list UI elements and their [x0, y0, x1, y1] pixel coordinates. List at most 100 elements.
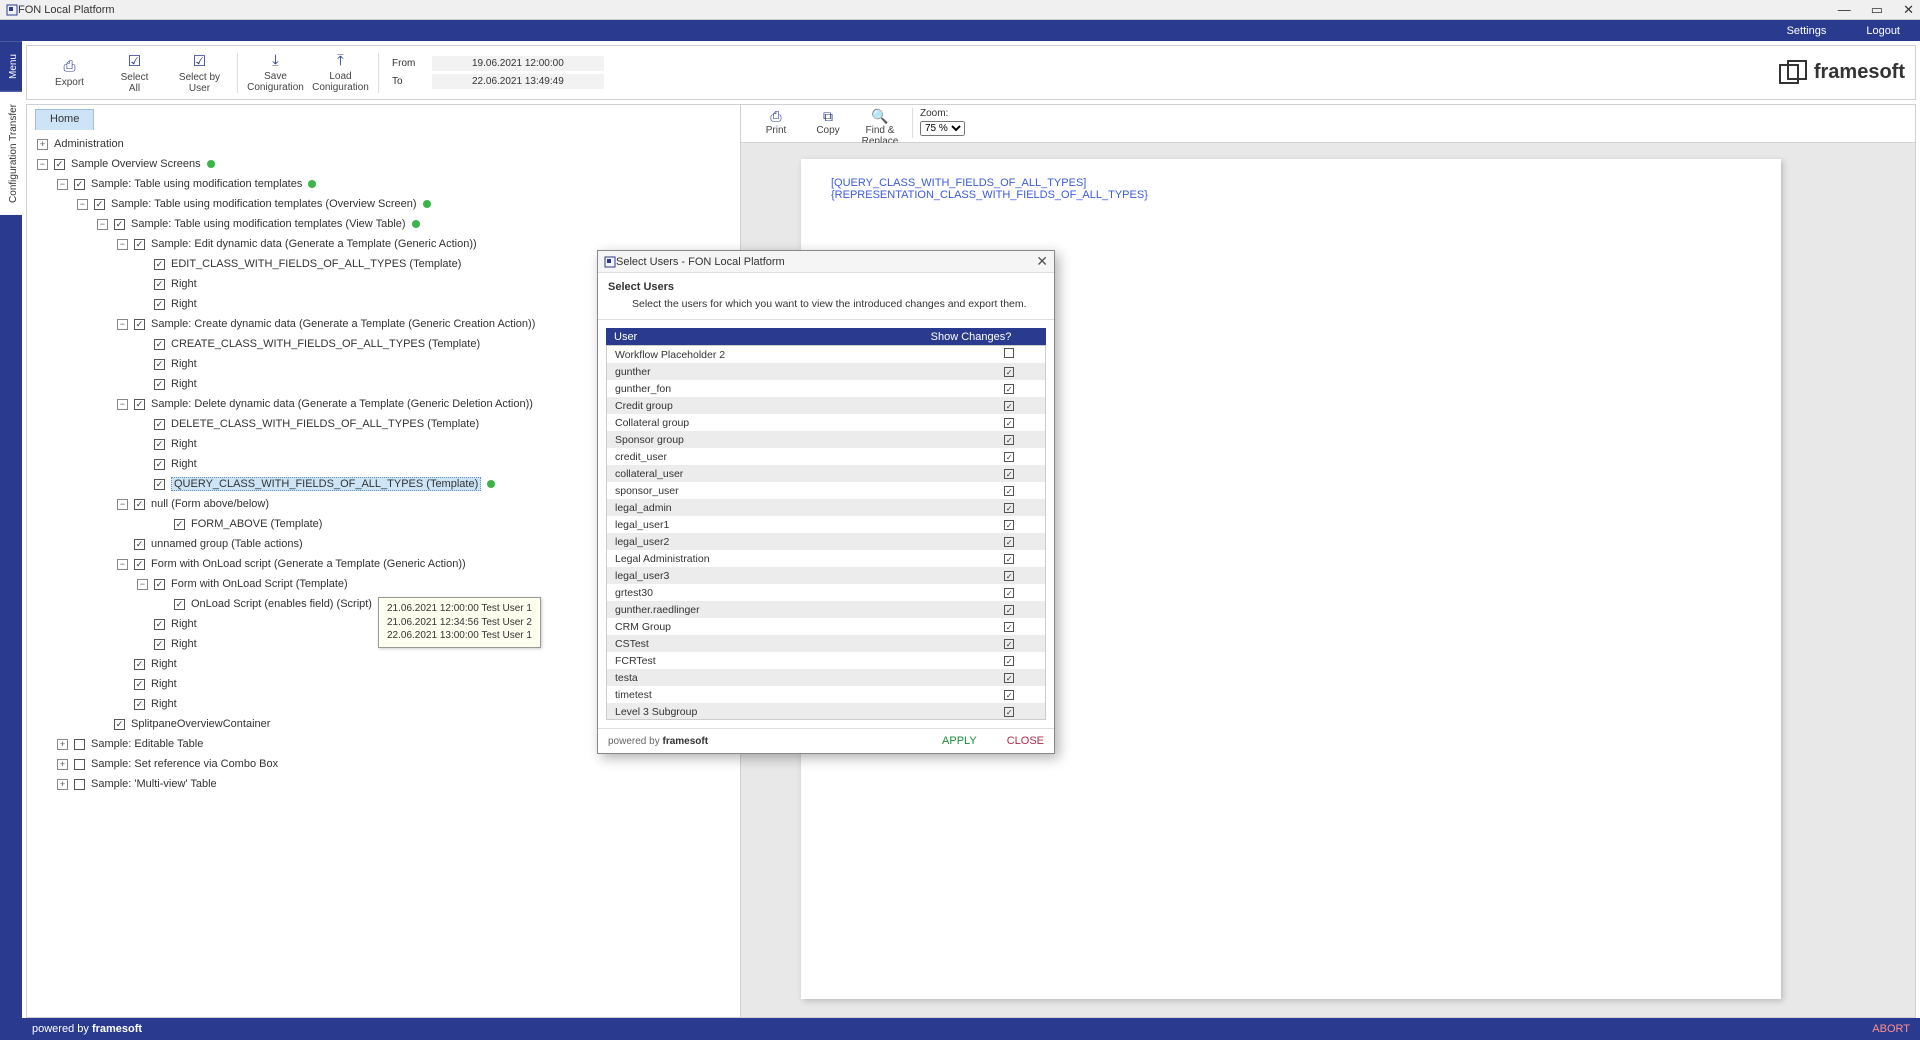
tree-item[interactable]: Right — [171, 278, 197, 290]
logout-link[interactable]: Logout — [1866, 25, 1900, 37]
show-changes-checkbox[interactable]: ✓ — [1004, 401, 1014, 411]
save-config-button[interactable]: ⤓Save Coniguration — [243, 49, 308, 97]
tree-checkbox[interactable]: ✓ — [134, 399, 145, 410]
tree-item[interactable]: Right — [171, 638, 197, 650]
dialog-close-button[interactable]: ✕ — [1036, 253, 1048, 270]
apply-button[interactable]: APPLY — [942, 735, 977, 747]
expand-toggle[interactable]: − — [77, 199, 88, 210]
tree-item[interactable]: Sample: Set reference via Combo Box — [91, 758, 278, 770]
expand-toggle[interactable]: + — [57, 779, 68, 790]
tree-item[interactable]: Sample: Table using modification templat… — [131, 218, 406, 230]
table-row[interactable]: FCRTest✓ — [607, 652, 1045, 669]
tree-checkbox[interactable]: ✓ — [114, 219, 125, 230]
tree-item[interactable]: Right — [151, 678, 177, 690]
expand-toggle[interactable]: + — [57, 759, 68, 770]
tree-item[interactable]: FORM_ABOVE (Template) — [191, 518, 322, 530]
tree-checkbox[interactable]: ✓ — [54, 159, 65, 170]
tree-item[interactable]: Sample: Table using modification templat… — [91, 178, 302, 190]
tree-checkbox[interactable]: ✓ — [154, 619, 165, 630]
tree-checkbox[interactable]: ✓ — [134, 239, 145, 250]
table-row[interactable]: gunther_fon✓ — [607, 380, 1045, 397]
table-row[interactable]: grtest30✓ — [607, 584, 1045, 601]
tree-item[interactable]: Form with OnLoad Script (Template) — [171, 578, 348, 590]
tree-checkbox[interactable]: ✓ — [154, 339, 165, 350]
side-tab-config-transfer[interactable]: Configuration Transfer — [0, 91, 22, 215]
show-changes-checkbox[interactable]: ✓ — [1004, 588, 1014, 598]
table-row[interactable]: Collateral group✓ — [607, 414, 1045, 431]
tree-item[interactable]: Sample: Edit dynamic data (Generate a Te… — [151, 238, 477, 250]
show-changes-checkbox[interactable]: ✓ — [1004, 418, 1014, 428]
table-row[interactable]: Level 3 Subgroup✓ — [607, 703, 1045, 720]
tree-item[interactable]: Right — [171, 298, 197, 310]
select-all-button[interactable]: ☑Select All — [102, 49, 167, 97]
show-changes-checkbox[interactable]: ✓ — [1004, 707, 1014, 717]
table-row[interactable]: legal_user2✓ — [607, 533, 1045, 550]
tree-item[interactable]: OnLoad Script (enables field) (Script) — [191, 598, 372, 610]
to-date[interactable]: 22.06.2021 13:49:49 — [432, 74, 604, 89]
copy-button[interactable]: ⧉Copy — [803, 108, 853, 136]
load-config-button[interactable]: ⤒Load Coniguration — [308, 49, 373, 97]
tree-checkbox[interactable]: ✓ — [74, 179, 85, 190]
tree-item[interactable]: Sample: Editable Table — [91, 738, 203, 750]
tree-checkbox[interactable]: ✓ — [154, 359, 165, 370]
tree-item[interactable]: unnamed group (Table actions) — [151, 538, 303, 550]
find-replace-button[interactable]: 🔍Find & Replace — [855, 108, 905, 147]
expand-toggle[interactable]: − — [117, 559, 128, 570]
select-by-user-button[interactable]: ☑Select by User — [167, 49, 232, 97]
tree-item[interactable]: Right — [171, 618, 197, 630]
tree-item[interactable]: Sample: 'Multi-view' Table — [91, 778, 217, 790]
table-row[interactable]: Legal Administration✓ — [607, 550, 1045, 567]
tree-checkbox[interactable]: ✓ — [134, 659, 145, 670]
tree-checkbox[interactable]: ✓ — [114, 719, 125, 730]
tree-item[interactable]: Right — [171, 458, 197, 470]
expand-toggle[interactable]: − — [117, 499, 128, 510]
expand-toggle[interactable]: − — [117, 399, 128, 410]
tree-checkbox[interactable]: ✓ — [154, 299, 165, 310]
tree-item[interactable]: EDIT_CLASS_WITH_FIELDS_OF_ALL_TYPES (Tem… — [171, 258, 461, 270]
tree-checkbox[interactable]: ✓ — [154, 459, 165, 470]
tree-item[interactable]: null (Form above/below) — [151, 498, 269, 510]
tree-checkbox[interactable]: ✓ — [134, 699, 145, 710]
tree-item-selected[interactable]: QUERY_CLASS_WITH_FIELDS_OF_ALL_TYPES (Te… — [171, 477, 481, 491]
tree-item[interactable]: Sample: Table using modification templat… — [111, 198, 417, 210]
table-row[interactable]: legal_user3✓ — [607, 567, 1045, 584]
tree-checkbox[interactable]: ✓ — [134, 679, 145, 690]
show-changes-checkbox[interactable]: ✓ — [1004, 367, 1014, 377]
tree-checkbox[interactable]: ✓ — [134, 559, 145, 570]
zoom-select[interactable]: 75 % — [920, 121, 965, 136]
tree-item[interactable]: Sample: Create dynamic data (Generate a … — [151, 318, 535, 330]
table-row[interactable]: CRM Group✓ — [607, 618, 1045, 635]
expand-toggle[interactable]: − — [117, 239, 128, 250]
tree-administration[interactable]: Administration — [54, 138, 124, 150]
tree-item[interactable]: Sample: Delete dynamic data (Generate a … — [151, 398, 533, 410]
tree-checkbox[interactable]: ✓ — [154, 379, 165, 390]
export-button[interactable]: ⎙Export — [37, 49, 102, 97]
table-row[interactable]: gunther.raedlinger✓ — [607, 601, 1045, 618]
tree-checkbox[interactable]: ✓ — [134, 319, 145, 330]
close-button[interactable]: ✕ — [1903, 2, 1914, 18]
tree-sample-overview[interactable]: Sample Overview Screens — [71, 158, 201, 170]
tree-checkbox[interactable]: ✓ — [134, 499, 145, 510]
tree-checkbox[interactable]: ✓ — [94, 199, 105, 210]
table-row[interactable]: Workflow Placeholder 2 — [607, 346, 1045, 363]
tree-item[interactable]: Right — [171, 378, 197, 390]
table-row[interactable]: gunther✓ — [607, 363, 1045, 380]
table-row[interactable]: legal_admin✓ — [607, 499, 1045, 516]
tree-checkbox[interactable]: ✓ — [154, 439, 165, 450]
tree-checkbox[interactable] — [74, 759, 85, 770]
show-changes-checkbox[interactable]: ✓ — [1004, 486, 1014, 496]
expand-toggle[interactable]: + — [57, 739, 68, 750]
show-changes-checkbox[interactable]: ✓ — [1004, 384, 1014, 394]
tree-item[interactable]: SplitpaneOverviewContainer — [131, 718, 270, 730]
from-date[interactable]: 19.06.2021 12:00:00 — [432, 56, 604, 71]
show-changes-checkbox[interactable]: ✓ — [1004, 639, 1014, 649]
table-row[interactable]: credit_user✓ — [607, 448, 1045, 465]
show-changes-checkbox[interactable]: ✓ — [1004, 537, 1014, 547]
tree-checkbox[interactable]: ✓ — [154, 259, 165, 270]
tree-checkbox[interactable]: ✓ — [154, 419, 165, 430]
expand-toggle[interactable]: − — [117, 319, 128, 330]
show-changes-checkbox[interactable]: ✓ — [1004, 690, 1014, 700]
show-changes-checkbox[interactable]: ✓ — [1004, 469, 1014, 479]
tree-checkbox[interactable]: ✓ — [154, 639, 165, 650]
show-changes-checkbox[interactable]: ✓ — [1004, 622, 1014, 632]
